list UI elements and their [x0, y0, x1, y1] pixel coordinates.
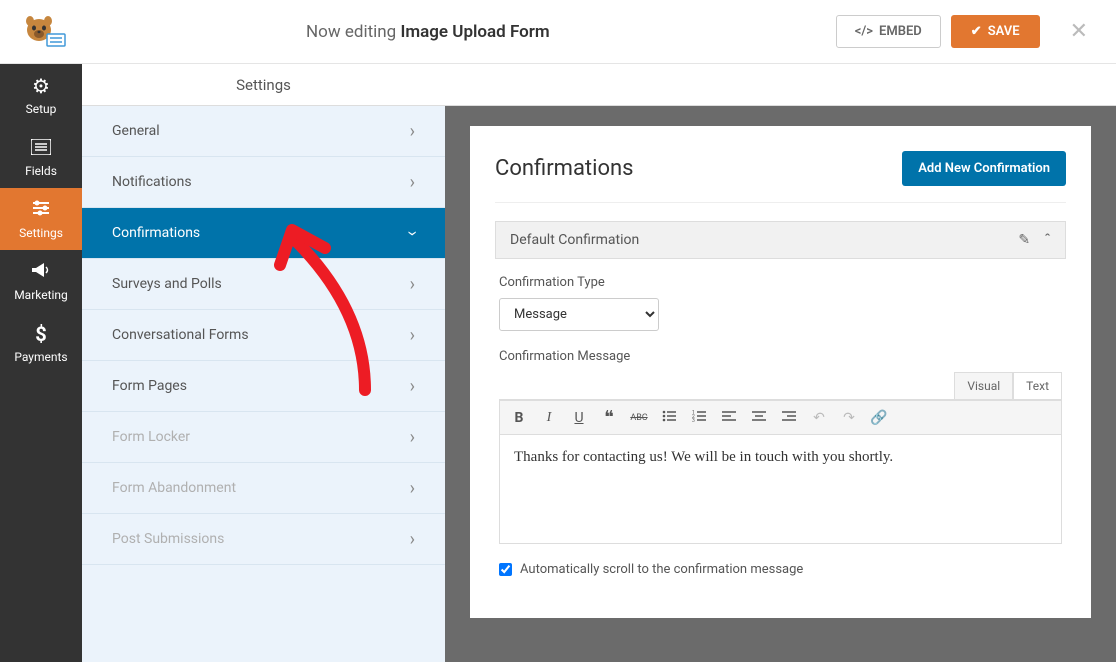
- sidebar-label: Fields: [25, 164, 57, 178]
- panel-title: Confirmations: [495, 156, 634, 181]
- chevron-right-icon: ›: [410, 172, 415, 193]
- sidebar-item-fields[interactable]: Fields: [0, 126, 82, 188]
- collapse-icon[interactable]: ˆ: [1044, 232, 1051, 248]
- main: ⚙ Setup Fields Settings Marketing $ Paym…: [0, 64, 1116, 662]
- subnav-item-postsubmissions[interactable]: Post Submissions›: [82, 514, 445, 565]
- save-label: SAVE: [988, 24, 1020, 39]
- tab-text[interactable]: Text: [1013, 372, 1062, 399]
- sidebar-label: Payments: [14, 350, 67, 364]
- scroll-checkbox-row: Automatically scroll to the confirmation…: [499, 562, 1062, 577]
- sidebar-item-payments[interactable]: $ Payments: [0, 312, 82, 374]
- chevron-right-icon: ›: [410, 478, 415, 499]
- type-label: Confirmation Type: [499, 275, 1062, 290]
- redo-icon[interactable]: ↷: [840, 410, 858, 426]
- add-confirmation-button[interactable]: Add New Confirmation: [902, 151, 1066, 186]
- content-area: Confirmations Add New Confirmation Defau…: [445, 64, 1116, 662]
- embed-label: EMBED: [879, 24, 922, 39]
- bold-icon[interactable]: B: [510, 410, 528, 426]
- auto-scroll-checkbox[interactable]: [499, 563, 512, 576]
- confirmation-row-header[interactable]: Default Confirmation ✎ ˆ: [495, 221, 1066, 259]
- number-list-icon[interactable]: 123: [690, 410, 708, 426]
- edit-icon[interactable]: ✎: [1018, 232, 1030, 248]
- sidebar-item-setup[interactable]: ⚙ Setup: [0, 64, 82, 126]
- list-icon: [31, 136, 51, 160]
- subnav-item-confirmations[interactable]: Confirmations›: [82, 208, 445, 259]
- close-icon: ✕: [1070, 19, 1088, 44]
- confirmation-body: Confirmation Type Message Confirmation M…: [495, 259, 1066, 593]
- app-logo: [10, 12, 74, 52]
- sidebar: ⚙ Setup Fields Settings Marketing $ Paym…: [0, 64, 82, 662]
- underline-icon[interactable]: U: [570, 410, 588, 426]
- subnav-title: Settings: [82, 64, 445, 106]
- sidebar-label: Settings: [19, 226, 63, 240]
- sidebar-item-settings[interactable]: Settings: [0, 188, 82, 250]
- bullhorn-icon: [30, 260, 52, 284]
- chevron-right-icon: ›: [410, 376, 415, 397]
- subnav-item-general[interactable]: General›: [82, 106, 445, 157]
- auto-scroll-label: Automatically scroll to the confirmation…: [520, 562, 803, 577]
- header-title: Now editing Image Upload Form: [20, 22, 836, 42]
- subnav-item-surveys[interactable]: Surveys and Polls›: [82, 259, 445, 310]
- svg-text:3: 3: [692, 418, 695, 422]
- embed-button[interactable]: </> EMBED: [836, 15, 941, 48]
- chevron-right-icon: ›: [410, 529, 415, 550]
- message-label: Confirmation Message: [499, 349, 1062, 364]
- panel-head: Confirmations Add New Confirmation: [495, 151, 1066, 203]
- confirmation-name: Default Confirmation: [510, 232, 639, 248]
- undo-icon[interactable]: ↶: [810, 410, 828, 426]
- chevron-right-icon: ›: [410, 274, 415, 295]
- align-center-icon[interactable]: [750, 410, 768, 426]
- chevron-down-icon: ›: [402, 230, 423, 235]
- dollar-icon: $: [35, 322, 46, 346]
- confirmations-panel: Confirmations Add New Confirmation Defau…: [470, 126, 1091, 618]
- subnav-item-notifications[interactable]: Notifications›: [82, 157, 445, 208]
- check-icon: ✔: [971, 24, 982, 39]
- strike-icon[interactable]: ABC: [630, 413, 648, 423]
- sidebar-label: Marketing: [14, 288, 68, 302]
- subnav-item-formlocker[interactable]: Form Locker›: [82, 412, 445, 463]
- save-button[interactable]: ✔ SAVE: [951, 15, 1040, 48]
- confirmation-actions: ✎ ˆ: [1018, 232, 1051, 248]
- quote-icon[interactable]: ❝: [600, 407, 618, 428]
- gear-icon: ⚙: [32, 74, 50, 98]
- editing-prefix: Now editing: [306, 22, 396, 42]
- settings-subnav: Settings General› Notifications› Confirm…: [82, 64, 445, 662]
- chevron-right-icon: ›: [410, 325, 415, 346]
- form-name: Image Upload Form: [400, 22, 549, 42]
- confirmation-type-select[interactable]: Message: [499, 298, 659, 331]
- italic-icon[interactable]: I: [540, 410, 558, 426]
- subnav-item-conversational[interactable]: Conversational Forms›: [82, 310, 445, 361]
- close-button[interactable]: ✕: [1062, 19, 1096, 44]
- code-icon: </>: [855, 24, 873, 39]
- link-icon[interactable]: 🔗: [870, 410, 888, 426]
- content-header-strip: [445, 64, 1116, 106]
- editor-tabs: Visual Text: [499, 372, 1062, 400]
- editor-toolbar: B I U ❝ ABC 123: [499, 400, 1062, 434]
- bullet-list-icon[interactable]: [660, 410, 678, 426]
- subnav-item-formabandonment[interactable]: Form Abandonment›: [82, 463, 445, 514]
- chevron-right-icon: ›: [410, 427, 415, 448]
- sidebar-item-marketing[interactable]: Marketing: [0, 250, 82, 312]
- align-left-icon[interactable]: [720, 410, 738, 426]
- confirmation-message-editor[interactable]: Thanks for contacting us! We will be in …: [499, 434, 1062, 544]
- chevron-right-icon: ›: [410, 121, 415, 142]
- app-header: Now editing Image Upload Form </> EMBED …: [0, 0, 1116, 64]
- subnav-item-formpages[interactable]: Form Pages›: [82, 361, 445, 412]
- tab-visual[interactable]: Visual: [954, 372, 1013, 399]
- sliders-icon: [31, 198, 51, 222]
- align-right-icon[interactable]: [780, 410, 798, 426]
- sidebar-label: Setup: [26, 102, 57, 116]
- header-actions: </> EMBED ✔ SAVE ✕: [836, 15, 1096, 48]
